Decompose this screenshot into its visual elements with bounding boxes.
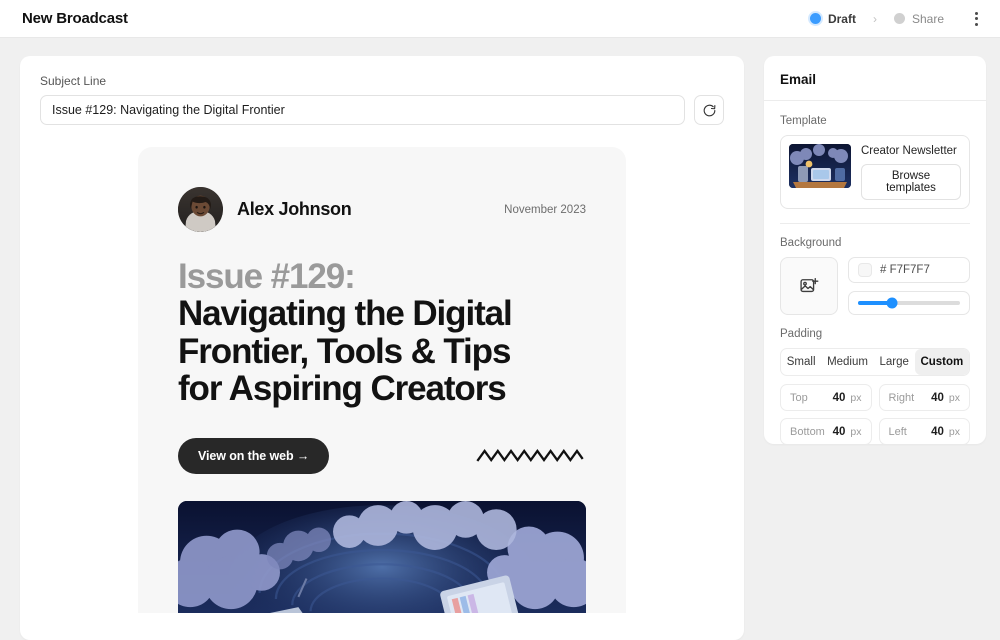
editor-card: Subject Line Issue #129: Navigating the … <box>20 56 744 640</box>
padding-bottom-unit: px <box>850 425 862 438</box>
subject-line-label: Subject Line <box>40 74 107 88</box>
kebab-dot <box>975 11 978 15</box>
padding-right-value: 40 <box>931 391 944 404</box>
avatar-photo-icon <box>178 187 223 232</box>
settings-panel-header: Email <box>764 56 986 101</box>
share-status-dot <box>893 13 905 24</box>
background-controls: # F7F7F7 <box>780 257 970 315</box>
padding-left-label: Left <box>888 425 907 438</box>
padding-bottom-value: 40 <box>832 425 846 438</box>
status-draft[interactable]: Draft <box>803 9 863 29</box>
padding-top-unit: px <box>850 391 862 404</box>
kebab-dot <box>975 22 978 26</box>
divider <box>780 223 970 224</box>
kebab-dot <box>975 17 978 20</box>
padding-left-field[interactable]: Left 40 px <box>878 418 970 444</box>
issue-date: November 2023 <box>504 203 586 216</box>
headline-line-2: Frontier, Tools & Tips <box>178 331 511 371</box>
padding-left-unit: px <box>948 425 960 438</box>
padding-top-value: 40 <box>832 391 846 404</box>
page-title: New Broadcast <box>22 10 128 27</box>
digital-clouds-illustration-icon <box>178 500 586 613</box>
email-settings-panel: Email Template Creator Newsletter Browse… <box>764 56 986 444</box>
draft-status-dot <box>809 13 821 24</box>
template-card[interactable]: Creator Newsletter Browse templates <box>780 135 970 209</box>
template-thumbnail <box>789 144 851 188</box>
padding-right-unit: px <box>948 391 960 404</box>
background-opacity-slider[interactable] <box>848 291 970 315</box>
slider-track <box>858 297 960 309</box>
headline-kicker: Issue #129: <box>178 257 356 296</box>
padding-section-label: Padding <box>780 328 823 340</box>
headline-line-1: Navigating the Digital <box>178 294 513 334</box>
top-bar: New Broadcast Draft › Share <box>0 0 1000 38</box>
author-row: Alex Johnson November 2023 <box>178 187 586 232</box>
headline-line-3: for Aspiring Creators <box>178 369 507 409</box>
padding-option-small[interactable]: Small <box>781 349 821 375</box>
padding-size-segmented-control: Small Medium Large Custom <box>780 348 970 376</box>
zigzag-decoration-icon <box>476 448 584 462</box>
hero-image <box>178 500 586 613</box>
padding-bottom-label: Bottom <box>790 425 825 438</box>
padding-top-label: Top <box>790 391 808 404</box>
draft-label: Draft <box>827 11 856 26</box>
background-color-field[interactable]: # F7F7F7 <box>848 257 970 283</box>
refresh-icon <box>703 104 715 116</box>
email-preview-canvas[interactable]: Alex Johnson November 2023 Issue #129: N… <box>138 147 626 613</box>
padding-left-value: 40 <box>931 425 944 438</box>
color-swatch <box>858 263 872 277</box>
browse-templates-button[interactable]: Browse templates <box>861 164 961 200</box>
subject-line-row <box>40 95 724 125</box>
workspace: Subject Line Issue #129: Navigating the … <box>0 38 1000 640</box>
kebab-menu-icon[interactable] <box>969 8 984 30</box>
author-name: Alex Johnson <box>237 199 352 219</box>
padding-option-medium[interactable]: Medium <box>821 349 873 375</box>
creator-newsletter-thumbnail-icon <box>789 144 851 188</box>
slider-thumb[interactable] <box>886 297 898 309</box>
template-section-label: Template <box>780 115 827 127</box>
regenerate-subject-button[interactable] <box>694 95 724 125</box>
background-color-value: # F7F7F7 <box>880 264 930 276</box>
top-bar-actions: Draft › Share <box>803 8 984 30</box>
chevron-right-icon: › <box>872 11 877 26</box>
template-meta: Creator Newsletter Browse templates <box>861 144 961 200</box>
view-on-web-button[interactable]: View on the web → <box>178 437 330 474</box>
padding-right-field[interactable]: Right 40 px <box>878 384 970 411</box>
background-image-upload-button[interactable] <box>780 257 838 315</box>
settings-panel-body: Template Creator Newsletter Browse templ… <box>764 101 986 444</box>
subject-input[interactable] <box>40 95 685 125</box>
padding-right-label: Right <box>888 391 915 404</box>
template-name: Creator Newsletter <box>861 145 957 157</box>
avatar <box>178 187 223 232</box>
background-section-label: Background <box>780 237 842 249</box>
padding-bottom-field[interactable]: Bottom 40 px <box>780 418 872 444</box>
share-label: Share <box>911 11 944 26</box>
status-share[interactable]: Share <box>887 9 951 29</box>
image-upload-icon <box>800 278 819 293</box>
padding-option-custom[interactable]: Custom <box>914 349 969 375</box>
cta-row: View on the web → <box>178 437 586 474</box>
padding-fields: Top 40 px Right 40 px Bottom 40 px Left … <box>780 384 970 444</box>
padding-top-field[interactable]: Top 40 px <box>780 384 872 411</box>
background-value-controls: # F7F7F7 <box>848 257 970 315</box>
settings-panel-title: Email <box>780 72 817 87</box>
padding-option-large[interactable]: Large <box>874 349 915 375</box>
headline[interactable]: Issue #129: Navigating the Digital Front… <box>178 258 586 408</box>
